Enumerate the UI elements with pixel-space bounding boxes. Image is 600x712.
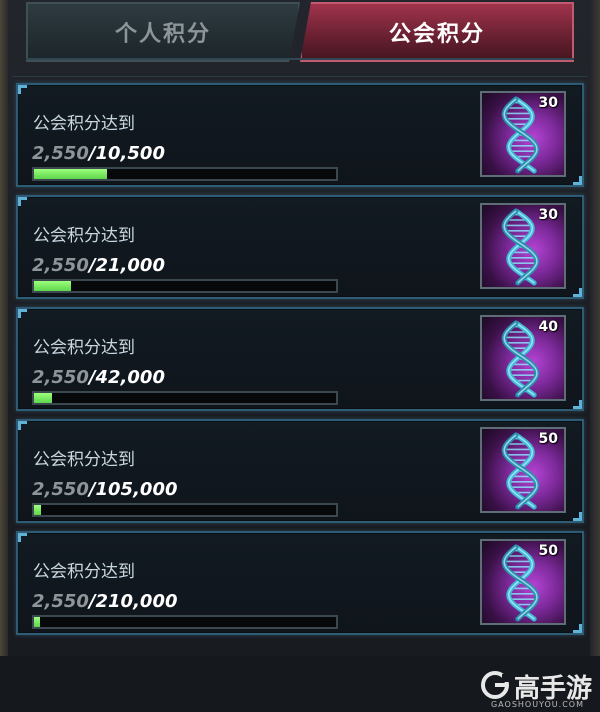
right-edge: [590, 0, 600, 712]
reward-item[interactable]: 30: [480, 91, 566, 177]
milestone-title: 公会积分达到: [33, 562, 135, 582]
milestone-title: 公会积分达到: [33, 338, 135, 358]
tab-personal-points[interactable]: 个人积分: [26, 2, 300, 62]
current-points: 2,550: [32, 479, 89, 500]
left-edge: [0, 0, 8, 712]
list-item: 公会积分达到 2,550/21,000 30: [16, 195, 584, 299]
list-item: 公会积分达到 2,550/210,000 50: [16, 531, 584, 635]
progress-bar: [32, 391, 338, 405]
reward-count: 30: [538, 95, 558, 111]
reward-item[interactable]: 50: [480, 427, 566, 513]
reward-item[interactable]: 30: [480, 203, 566, 289]
reward-count: 50: [538, 431, 558, 447]
progress-bar-fill: [34, 617, 41, 627]
list-item: 公会积分达到 2,550/10,500 30: [16, 83, 584, 187]
progress-bar-fill: [34, 169, 108, 179]
milestone-title: 公会积分达到: [33, 450, 135, 470]
milestone-title: 公会积分达到: [33, 114, 135, 134]
reward-item[interactable]: 40: [480, 315, 566, 401]
reward-count: 30: [538, 207, 558, 223]
current-points: 2,550: [32, 143, 89, 164]
progress-text: 2,550/10,500: [32, 143, 165, 164]
reward-list[interactable]: 公会积分达到 2,550/10,500 30 公会积分达到 2,550/21,0…: [12, 76, 588, 655]
progress-bar: [32, 503, 338, 517]
target-points: /21,000: [88, 255, 165, 276]
progress-bar: [32, 615, 338, 629]
progress-bar-fill: [34, 281, 71, 291]
progress-text: 2,550/210,000: [32, 591, 178, 612]
target-points: /105,000: [88, 479, 178, 500]
progress-text: 2,550/105,000: [32, 479, 178, 500]
progress-bar-fill: [34, 505, 42, 515]
target-points: /42,000: [88, 367, 165, 388]
progress-text: 2,550/21,000: [32, 255, 165, 276]
reward-item[interactable]: 50: [480, 539, 566, 625]
current-points: 2,550: [32, 367, 89, 388]
target-points: /210,000: [88, 591, 178, 612]
progress-bar-fill: [34, 393, 53, 403]
progress-bar: [32, 167, 338, 181]
progress-bar: [32, 279, 338, 293]
list-item: 公会积分达到 2,550/42,000 40: [16, 307, 584, 411]
reward-count: 50: [538, 543, 558, 559]
tab-bar: 个人积分 公会积分: [26, 2, 574, 62]
progress-text: 2,550/42,000: [32, 367, 165, 388]
reward-count: 40: [538, 319, 558, 335]
milestone-title: 公会积分达到: [33, 226, 135, 246]
current-points: 2,550: [32, 255, 89, 276]
target-points: /10,500: [88, 143, 165, 164]
tab-underline: [26, 58, 574, 60]
brand-url: GAOSHOUYOU.COM: [490, 700, 584, 709]
tab-guild-points[interactable]: 公会积分: [300, 2, 574, 62]
current-points: 2,550: [32, 591, 89, 612]
list-item: 公会积分达到 2,550/105,000 50: [16, 419, 584, 523]
brand-g-icon: [480, 670, 510, 704]
